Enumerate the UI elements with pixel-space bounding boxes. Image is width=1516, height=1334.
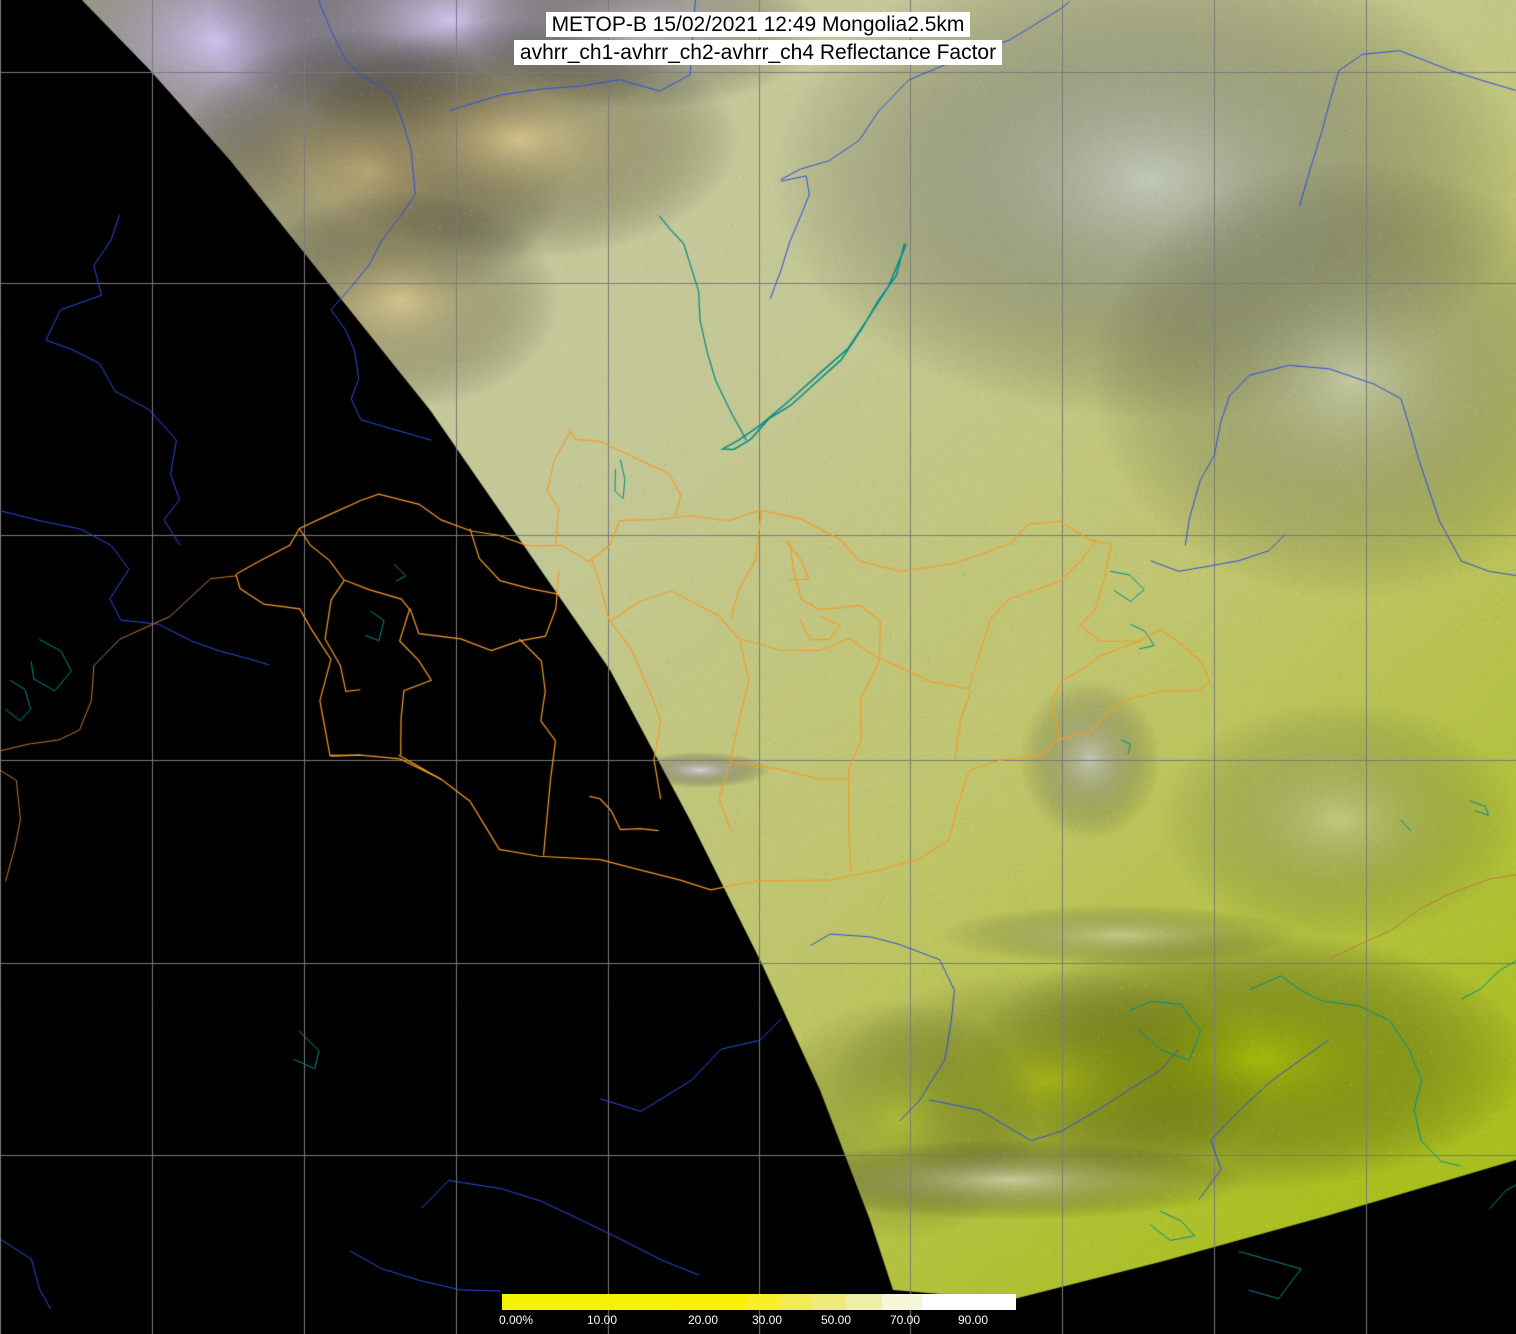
colorbar-swatch	[678, 1294, 746, 1310]
colorbar-swatch	[922, 1294, 1016, 1310]
colorbar-swatch	[846, 1294, 882, 1310]
colorbar-label-20: 20.00	[688, 1313, 718, 1327]
colorbar-swatch	[502, 1294, 582, 1310]
colorbar-label-0: 0.00%	[499, 1313, 533, 1327]
colorbar-swatch	[812, 1294, 846, 1310]
colorbar-label-10: 10.00	[587, 1313, 617, 1327]
colorbar-swatch	[780, 1294, 812, 1310]
colorbar-label-50: 50.00	[821, 1313, 851, 1327]
reflectance-colorbar	[502, 1294, 1016, 1310]
colorbar-label-70: 70.00	[890, 1313, 920, 1327]
colorbar-swatch	[582, 1294, 678, 1310]
satellite-map-image	[0, 0, 1516, 1334]
colorbar-label-30: 30.00	[752, 1313, 782, 1327]
colorbar-swatch	[882, 1294, 922, 1310]
colorbar-swatch	[746, 1294, 780, 1310]
colorbar-label-90: 90.00	[958, 1313, 988, 1327]
